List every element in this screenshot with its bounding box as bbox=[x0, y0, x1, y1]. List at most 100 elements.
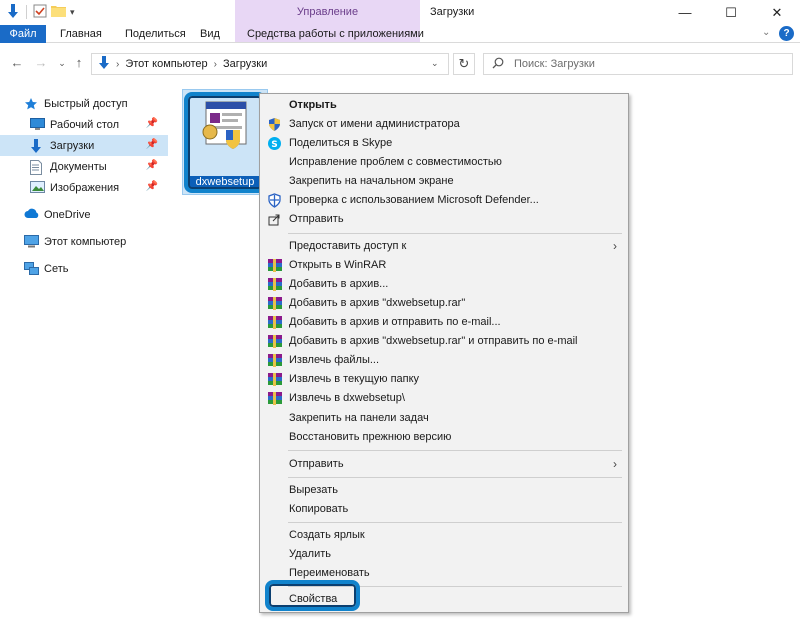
properties-highlight-frame bbox=[265, 580, 360, 611]
back-arrow-icon[interactable]: ← bbox=[10, 56, 24, 70]
search-input[interactable]: Поиск: Загрузки bbox=[483, 53, 793, 75]
menu-item-label: Создать ярлык bbox=[289, 529, 365, 541]
menu-separator bbox=[288, 233, 622, 234]
breadcrumb-chevron-icon[interactable]: › bbox=[214, 59, 217, 70]
sidebar-item-desktop[interactable]: Рабочий стол 📌 bbox=[0, 114, 168, 135]
close-button[interactable]: ✕ bbox=[754, 0, 800, 25]
menu-item-label: Вырезать bbox=[289, 484, 338, 496]
tab-home[interactable]: Главная bbox=[60, 25, 102, 43]
sidebar-item-this-pc[interactable]: Этот компьютер bbox=[0, 231, 168, 252]
menu-item-extract-files[interactable]: Извлечь файлы... bbox=[261, 351, 627, 370]
menu-item-share[interactable]: Отправить bbox=[261, 210, 627, 229]
share-icon bbox=[267, 212, 283, 227]
tab-application-tools[interactable]: Средства работы с приложениями bbox=[247, 25, 424, 43]
forward-arrow-icon[interactable]: → bbox=[34, 56, 48, 70]
breadcrumb-downloads[interactable]: Загрузки bbox=[223, 58, 267, 70]
menu-item-label: Поделиться в Skype bbox=[289, 137, 393, 149]
download-location-icon bbox=[98, 55, 110, 73]
quick-access-toolbar: ▾ bbox=[6, 3, 75, 21]
breadcrumb-this-pc[interactable]: Этот компьютер bbox=[125, 58, 207, 70]
new-folder-icon[interactable] bbox=[51, 4, 66, 20]
menu-item-share-skype[interactable]: S Поделиться в Skype bbox=[261, 134, 627, 153]
qat-divider bbox=[26, 5, 27, 19]
download-arrow-icon bbox=[30, 138, 45, 153]
down-arrow-app-icon bbox=[6, 3, 20, 22]
menu-item-open[interactable]: Открыть bbox=[261, 96, 627, 115]
pin-icon[interactable]: 📌 bbox=[146, 181, 158, 192]
menu-item-label: Исправление проблем с совместимостью bbox=[289, 156, 502, 168]
sidebar-item-label: Изображения bbox=[50, 181, 120, 194]
customize-qat-icon[interactable]: ▾ bbox=[70, 7, 75, 18]
menu-item-pin-to-start[interactable]: Закрепить на начальном экране bbox=[261, 172, 627, 191]
sidebar-item-quick-access[interactable]: Быстрый доступ bbox=[0, 93, 168, 114]
submenu-chevron-icon: › bbox=[613, 239, 617, 253]
sidebar-item-label: Документы bbox=[50, 160, 107, 173]
address-breadcrumb[interactable]: › Этот компьютер › Загрузки bbox=[91, 53, 449, 75]
menu-item-label: Закрепить на начальном экране bbox=[289, 175, 454, 187]
address-dropdown-icon[interactable]: ⌄ bbox=[431, 58, 439, 69]
file-highlight-frame bbox=[184, 92, 266, 193]
winrar-icon bbox=[267, 353, 283, 368]
menu-item-copy[interactable]: Копировать bbox=[261, 500, 627, 519]
menu-item-label: Переименовать bbox=[289, 567, 370, 579]
sidebar-item-label: Сеть bbox=[44, 262, 69, 275]
search-placeholder: Поиск: Загрузки bbox=[514, 58, 595, 70]
expand-ribbon-icon[interactable]: ⌄ bbox=[762, 27, 776, 41]
window-controls: — ☐ ✕ bbox=[662, 0, 800, 25]
tab-share[interactable]: Поделиться bbox=[125, 25, 186, 43]
breadcrumb-chevron-icon[interactable]: › bbox=[116, 59, 119, 70]
maximize-button[interactable]: ☐ bbox=[708, 0, 754, 25]
window-title: Загрузки bbox=[430, 6, 475, 18]
properties-check-icon[interactable] bbox=[33, 4, 47, 21]
menu-item-create-shortcut[interactable]: Создать ярлык bbox=[261, 526, 627, 545]
tab-file[interactable]: Файл bbox=[0, 25, 46, 43]
navigation-pane: Быстрый доступ Рабочий стол 📌 Загрузки 📌… bbox=[0, 93, 168, 279]
sidebar-item-pictures[interactable]: Изображения 📌 bbox=[0, 177, 168, 198]
svg-text:S: S bbox=[271, 140, 277, 150]
menu-item-label: Добавить в архив "dxwebsetup.rar" и отпр… bbox=[289, 335, 578, 347]
recent-locations-chevron-icon[interactable]: ⌄ bbox=[55, 56, 69, 70]
sidebar-item-documents[interactable]: Документы 📌 bbox=[0, 156, 168, 177]
sidebar-item-network[interactable]: Сеть bbox=[0, 258, 168, 279]
menu-item-pin-to-taskbar[interactable]: Закрепить на панели задач bbox=[261, 409, 627, 428]
sidebar-item-onedrive[interactable]: OneDrive bbox=[0, 204, 168, 225]
minimize-button[interactable]: — bbox=[662, 0, 708, 25]
submenu-chevron-icon: › bbox=[613, 457, 617, 471]
menu-item-run-as-admin[interactable]: Запуск от имени администратора bbox=[261, 115, 627, 134]
menu-item-add-to-named-archive[interactable]: Добавить в архив "dxwebsetup.rar" bbox=[261, 294, 627, 313]
sidebar-item-label: OneDrive bbox=[44, 208, 91, 221]
menu-item-extract-to-folder[interactable]: Извлечь в dxwebsetup\ bbox=[261, 389, 627, 408]
sidebar-item-downloads[interactable]: Загрузки 📌 bbox=[0, 135, 168, 156]
menu-item-give-access-to[interactable]: Предоставить доступ к › bbox=[261, 237, 627, 256]
context-menu: Открыть Запуск от имени администратора S… bbox=[259, 93, 629, 613]
menu-item-send-to[interactable]: Отправить › bbox=[261, 455, 627, 474]
menu-item-add-named-and-email[interactable]: Добавить в архив "dxwebsetup.rar" и отпр… bbox=[261, 332, 627, 351]
menu-item-add-to-archive[interactable]: Добавить в архив... bbox=[261, 275, 627, 294]
menu-item-extract-here[interactable]: Извлечь в текущую папку bbox=[261, 370, 627, 389]
pin-icon[interactable]: 📌 bbox=[146, 139, 158, 150]
computer-icon bbox=[24, 234, 39, 249]
help-icon[interactable]: ? bbox=[779, 26, 794, 41]
menu-item-label: Восстановить прежнюю версию bbox=[289, 431, 452, 443]
search-icon bbox=[492, 57, 504, 72]
menu-item-restore-previous-versions[interactable]: Восстановить прежнюю версию bbox=[261, 428, 627, 447]
network-icon bbox=[24, 261, 39, 276]
sidebar-item-label: Этот компьютер bbox=[44, 235, 127, 248]
menu-item-open-in-winrar[interactable]: Открыть в WinRAR bbox=[261, 256, 627, 275]
up-arrow-icon[interactable]: ↑ bbox=[72, 56, 86, 70]
contextual-tab-group-label: Управление bbox=[296, 6, 359, 18]
tab-view[interactable]: Вид bbox=[200, 25, 220, 43]
ribbon-tabs: Файл Главная Поделиться Вид Средства раб… bbox=[0, 25, 800, 43]
menu-separator bbox=[288, 477, 622, 478]
pin-icon[interactable]: 📌 bbox=[146, 160, 158, 171]
sidebar-item-label: Быстрый доступ bbox=[44, 97, 128, 110]
menu-item-label: Открыть в WinRAR bbox=[289, 259, 387, 271]
menu-item-delete[interactable]: Удалить bbox=[261, 545, 627, 564]
menu-item-troubleshoot-compatibility[interactable]: Исправление проблем с совместимостью bbox=[261, 153, 627, 172]
menu-item-cut[interactable]: Вырезать bbox=[261, 481, 627, 500]
menu-item-label: Копировать bbox=[289, 503, 349, 515]
menu-item-scan-defender[interactable]: Проверка с использованием Microsoft Defe… bbox=[261, 191, 627, 210]
menu-item-add-and-email[interactable]: Добавить в архив и отправить по e-mail..… bbox=[261, 313, 627, 332]
pin-icon[interactable]: 📌 bbox=[146, 118, 158, 129]
refresh-button[interactable]: ↻ bbox=[453, 53, 475, 75]
